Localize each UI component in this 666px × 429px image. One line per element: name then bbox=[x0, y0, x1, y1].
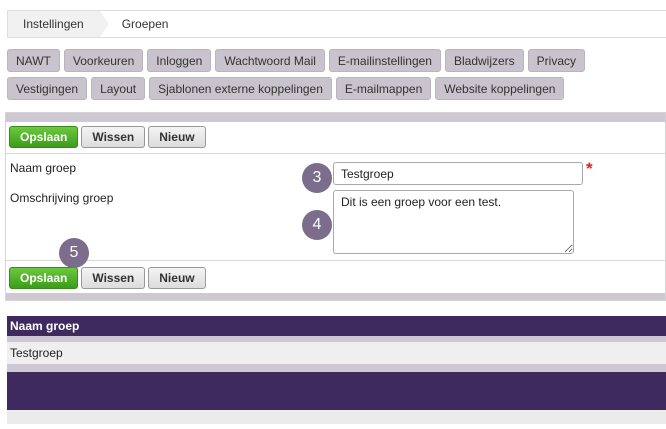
groups-table: Naam groep Testgroep bbox=[7, 316, 666, 424]
bottom-toolbar: Opslaan Wissen Nieuw bbox=[9, 267, 206, 289]
save-button[interactable]: Opslaan bbox=[9, 126, 79, 148]
step-marker-3: 3 bbox=[302, 163, 332, 193]
tab-nawt[interactable]: NAWT bbox=[7, 49, 60, 72]
top-toolbar: Opslaan Wissen Nieuw bbox=[9, 126, 206, 148]
group-description-label: Omschrijving groep bbox=[10, 191, 114, 205]
tab-voorkeuren[interactable]: Voorkeuren bbox=[63, 49, 144, 72]
tab-bladwijzers[interactable]: Bladwijzers bbox=[444, 49, 524, 72]
step-marker-4: 4 bbox=[302, 210, 332, 240]
tab-layout[interactable]: Layout bbox=[91, 77, 146, 100]
table-footer-strip bbox=[7, 410, 666, 424]
tab-wachtwoord-mail[interactable]: Wachtwoord Mail bbox=[215, 49, 325, 72]
tab-vestigingen[interactable]: Vestigingen bbox=[7, 77, 88, 100]
tab-inloggen[interactable]: Inloggen bbox=[147, 49, 212, 72]
clear-button[interactable]: Wissen bbox=[81, 126, 146, 148]
group-name-label: Naam groep bbox=[10, 161, 77, 175]
tab-privacy[interactable]: Privacy bbox=[527, 49, 585, 72]
required-marker: * bbox=[586, 159, 593, 178]
clear-button-bottom[interactable]: Wissen bbox=[81, 267, 146, 289]
table-spacer bbox=[7, 364, 666, 372]
tab-emailinstellingen[interactable]: E-mailinstellingen bbox=[328, 49, 441, 72]
group-description-textarea[interactable] bbox=[333, 190, 574, 254]
panel-bottom-bar bbox=[6, 293, 665, 300]
table-header-naam-groep[interactable]: Naam groep bbox=[7, 316, 666, 336]
table-footer bbox=[7, 372, 666, 410]
divider bbox=[6, 153, 665, 154]
panel-top-bar bbox=[6, 113, 665, 122]
save-button-bottom[interactable]: Opslaan bbox=[9, 267, 79, 289]
table-row[interactable]: Testgroep bbox=[7, 342, 666, 364]
new-button[interactable]: Nieuw bbox=[148, 126, 206, 148]
settings-tabs: NAWT Voorkeuren Inloggen Wachtwoord Mail… bbox=[7, 49, 666, 100]
breadcrumb-item-instellingen[interactable]: Instellingen bbox=[8, 11, 109, 37]
tab-website-koppelingen[interactable]: Website koppelingen bbox=[435, 77, 565, 100]
step-marker-5: 5 bbox=[59, 238, 89, 268]
new-button-bottom[interactable]: Nieuw bbox=[148, 267, 206, 289]
tab-sjablonen-externe-koppelingen[interactable]: Sjablonen externe koppelingen bbox=[149, 77, 332, 100]
group-form-panel: Opslaan Wissen Nieuw Naam groep * Omschr… bbox=[5, 112, 666, 301]
tab-emailmappen[interactable]: E-mailmappen bbox=[335, 77, 432, 100]
breadcrumb: Instellingen Groepen bbox=[7, 10, 666, 38]
breadcrumb-item-groepen: Groepen bbox=[121, 17, 169, 31]
divider bbox=[6, 260, 665, 261]
group-name-input[interactable] bbox=[333, 162, 583, 185]
